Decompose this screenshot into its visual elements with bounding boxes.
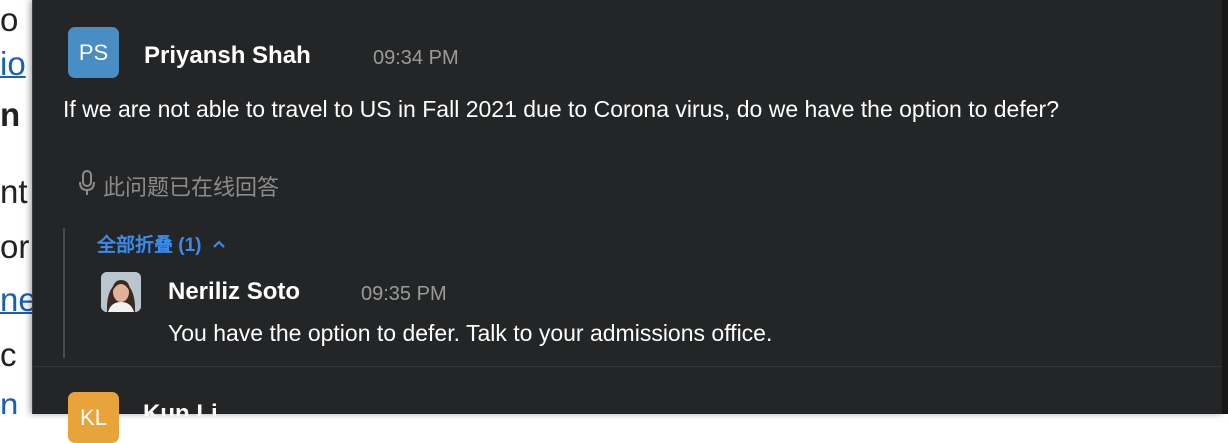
avatar-initials: PS xyxy=(78,39,109,65)
collapse-all-label: 全部折叠 (1) xyxy=(97,235,202,256)
background-link[interactable]: io xyxy=(0,47,26,80)
window-edge xyxy=(1222,0,1228,414)
background-text: o xyxy=(0,1,19,38)
background-text: c xyxy=(0,336,17,373)
background-link[interactable]: n xyxy=(0,388,18,414)
message-divider xyxy=(33,366,1223,367)
avatar: KL xyxy=(68,392,119,443)
collapse-all-button[interactable]: 全部折叠 (1) xyxy=(97,230,226,257)
microphone-icon xyxy=(79,170,95,202)
reply-text: You have the option to defer. Talk to yo… xyxy=(168,320,773,346)
background-text: n xyxy=(0,96,21,133)
message-author: Priyansh Shah xyxy=(144,42,311,69)
reply-author: Neriliz Soto xyxy=(168,278,301,305)
background-text: or xyxy=(0,228,30,265)
message-time: 09:34 PM xyxy=(373,47,459,69)
message-text: If we are not able to travel to US in Fa… xyxy=(63,96,1059,122)
avatar: PS xyxy=(68,27,119,78)
thread-line xyxy=(63,228,65,358)
avatar xyxy=(101,272,141,312)
reply-time: 09:35 PM xyxy=(361,283,447,305)
qa-panel: PS Priyansh Shah 09:34 PM If we are not … xyxy=(32,0,1224,443)
answered-live-status: 此问题已在线回答 xyxy=(79,170,279,202)
answered-live-label: 此问题已在线回答 xyxy=(103,175,280,200)
chevron-up-icon xyxy=(212,239,226,249)
avatar-initials: KL xyxy=(80,404,107,430)
background-text: nt xyxy=(0,173,28,210)
